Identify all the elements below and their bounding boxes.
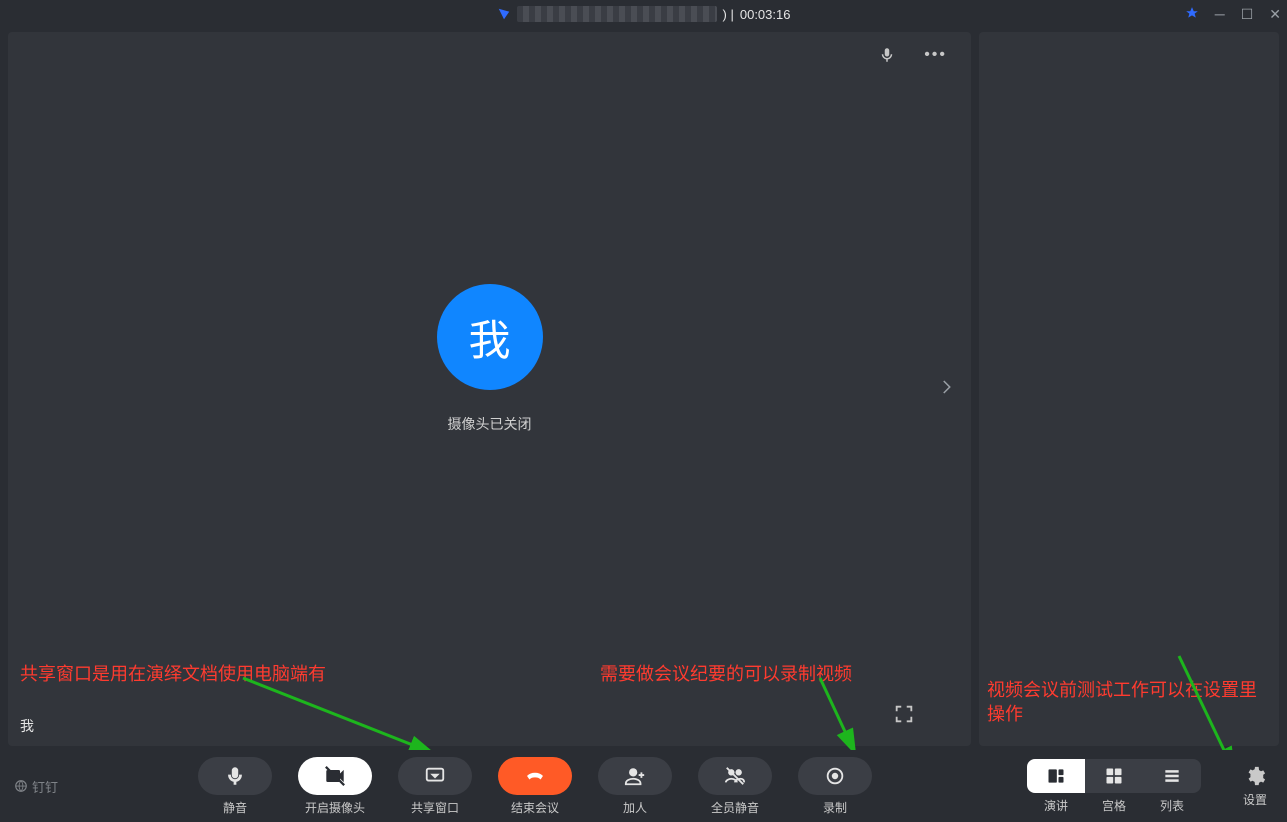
self-name-label: 我 — [20, 716, 34, 736]
mute-all-label: 全员静音 — [711, 799, 759, 816]
camera-label: 开启摄像头 — [305, 799, 365, 816]
speaker-view-label: 演讲 — [1044, 797, 1068, 814]
close-button[interactable]: ✕ — [1269, 6, 1281, 23]
gear-icon — [1244, 765, 1266, 787]
microphone-icon — [224, 765, 246, 787]
share-screen-icon — [424, 765, 446, 787]
titlebar: ) | 00:03:16 ─ ☐ ✕ — [0, 0, 1287, 28]
end-call-button[interactable]: 结束会议 — [498, 757, 572, 816]
minimize-button[interactable]: ─ — [1215, 6, 1225, 22]
annotation-record: 需要做会议纪要的可以录制视频 — [600, 663, 852, 686]
settings-button[interactable]: 设置 — [1243, 765, 1267, 808]
add-participant-button[interactable]: 加人 — [598, 757, 672, 816]
list-view-label: 列表 — [1160, 797, 1184, 814]
view-grid-button[interactable]: 宫格 — [1085, 759, 1143, 814]
brand-label: 钉钉 — [14, 777, 58, 796]
participants-panel: 视频会议前测试工作可以在设置里操作 — [979, 32, 1279, 746]
next-page-icon[interactable] — [937, 376, 955, 402]
pin-icon[interactable] — [1185, 6, 1199, 23]
avatar-text: 我 — [468, 307, 510, 368]
mic-indicator-icon[interactable] — [878, 46, 896, 69]
hangup-icon — [524, 765, 546, 787]
fullscreen-icon[interactable] — [893, 703, 915, 730]
self-avatar: 我 — [437, 284, 543, 390]
add-person-icon — [624, 765, 646, 787]
list-view-icon — [1162, 766, 1182, 786]
record-label: 录制 — [823, 799, 847, 816]
share-screen-button[interactable]: 共享窗口 — [398, 757, 472, 816]
add-label: 加人 — [623, 799, 647, 816]
title-separator: ) | — [723, 7, 734, 22]
grid-view-icon — [1104, 766, 1124, 786]
settings-label: 设置 — [1243, 791, 1267, 808]
call-timer: 00:03:16 — [740, 7, 791, 22]
annotation-share: 共享窗口是用在演绎文档使用电脑端有 — [20, 663, 326, 686]
globe-icon — [14, 779, 28, 793]
end-label: 结束会议 — [511, 799, 559, 816]
record-icon — [824, 765, 846, 787]
annotation-settings: 视频会议前测试工作可以在设置里操作 — [987, 679, 1267, 726]
bottom-toolbar: 钉钉 静音 开启摄像头 共享窗口 结束会议 加人 全员静音 录制 — [0, 750, 1287, 822]
mute-all-icon — [724, 765, 746, 787]
camera-off-label: 摄像头已关闭 — [448, 414, 532, 434]
camera-button[interactable]: 开启摄像头 — [298, 757, 372, 816]
share-label: 共享窗口 — [411, 799, 459, 816]
title-obscured — [517, 6, 717, 22]
grid-view-label: 宫格 — [1102, 797, 1126, 814]
view-speaker-button[interactable]: 演讲 — [1027, 759, 1085, 814]
app-logo-icon — [497, 7, 511, 21]
mute-all-button[interactable]: 全员静音 — [698, 757, 772, 816]
speaker-view-icon — [1046, 766, 1066, 786]
view-list-button[interactable]: 列表 — [1143, 759, 1201, 814]
mute-label: 静音 — [223, 799, 247, 816]
main-video-pane: ••• 我 摄像头已关闭 我 共享窗口是用在演绎文档使用电脑端有 需要做会议纪要… — [8, 32, 971, 746]
record-button[interactable]: 录制 — [798, 757, 872, 816]
brand-text: 钉钉 — [32, 777, 58, 796]
maximize-button[interactable]: ☐ — [1241, 6, 1254, 23]
mute-button[interactable]: 静音 — [198, 757, 272, 816]
camera-off-icon — [324, 765, 346, 787]
more-options-icon[interactable]: ••• — [924, 46, 947, 69]
